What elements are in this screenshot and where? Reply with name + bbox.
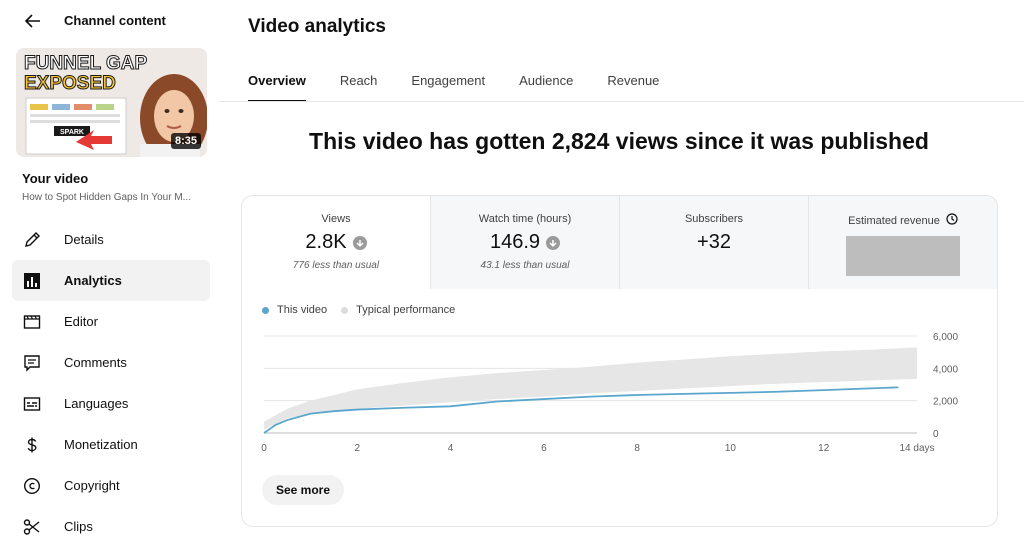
arrow-down-icon	[352, 235, 367, 250]
legend-dot-icon	[262, 306, 269, 314]
copyright-icon	[22, 476, 42, 496]
legend-item-typical[interactable]: Typical performance	[341, 304, 455, 316]
thumbnail-headline-2: EXPOSED	[24, 73, 116, 94]
subtitles-icon	[22, 394, 42, 414]
sidebar-item-copyright[interactable]: Copyright	[12, 465, 210, 506]
tab-engagement[interactable]: Engagement	[411, 60, 485, 102]
metric-subscribers[interactable]: Subscribers +32	[620, 196, 809, 289]
legend-item-this-video[interactable]: This video	[262, 304, 327, 316]
sidebar-item-comments[interactable]: Comments	[12, 342, 210, 383]
sidebar-item-label: Editor	[64, 314, 98, 329]
back-row	[22, 8, 44, 34]
x-tick-label: 8	[634, 443, 640, 454]
analytics-tabs: Overview Reach Engagement Audience Reven…	[248, 60, 693, 102]
tab-overview[interactable]: Overview	[248, 60, 306, 102]
legend-label: Typical performance	[356, 304, 456, 316]
video-duration-badge: 8:35	[170, 133, 201, 149]
legend-label: This video	[277, 304, 328, 316]
clock-icon	[946, 213, 958, 228]
typical-performance-band	[264, 347, 917, 430]
sidebar-item-details[interactable]: Details	[12, 219, 210, 260]
x-tick-label: 0	[261, 443, 267, 454]
film-icon	[22, 312, 42, 332]
video-title: How to Spot Hidden Gaps In Your M...	[22, 192, 191, 203]
y-tick-label: 2,000	[933, 397, 958, 408]
sidebar-item-label: Languages	[64, 396, 129, 411]
y-tick-label: 4,000	[933, 364, 958, 375]
comment-icon	[22, 353, 42, 373]
sidebar-item-label: Clips	[64, 519, 93, 534]
sidebar-item-clips[interactable]: Clips	[12, 506, 210, 547]
thumbnail-tag-text: SPARK	[60, 129, 84, 136]
sidebar-item-label: Monetization	[64, 437, 138, 452]
dollar-icon	[22, 435, 42, 455]
metric-value: +32	[697, 231, 731, 253]
metric-value-row: +32	[620, 231, 808, 254]
x-tick-label: 14 days	[899, 443, 934, 454]
views-headline: This video has gotten 2,824 views since …	[309, 128, 929, 154]
x-tick-label: 10	[725, 443, 737, 454]
back-arrow-icon[interactable]	[22, 10, 44, 32]
sidebar-item-analytics[interactable]: Analytics	[12, 260, 210, 301]
metric-value: 146.9	[489, 231, 541, 253]
metric-tabs: Views 2.8K 776 less than usual Watch tim…	[242, 196, 997, 289]
revenue-redacted-block	[846, 236, 960, 276]
x-tick-label: 12	[818, 443, 830, 454]
pencil-icon	[22, 230, 42, 250]
sidebar-item-label: Copyright	[64, 478, 120, 493]
sidebar-item-editor[interactable]: Editor	[12, 301, 210, 342]
x-tick-label: 2	[355, 443, 361, 454]
metric-comparison: 776 less than usual	[292, 260, 380, 271]
tabs-divider	[220, 101, 1024, 102]
overview-card: Views 2.8K 776 less than usual Watch tim…	[241, 195, 998, 527]
y-tick-label: 6,000	[933, 332, 958, 343]
x-tick-label: 6	[541, 443, 547, 454]
arrow-down-icon	[546, 235, 561, 250]
sidebar-item-languages[interactable]: Languages	[12, 383, 210, 424]
metric-label: Subscribers	[684, 213, 744, 225]
video-thumbnail[interactable]: SPARK FUNNEL GAP EXPOSED 8:35	[16, 48, 207, 157]
sidebar-nav: Details Analytics Editor Comments Langua…	[12, 219, 210, 547]
metric-estimated-revenue[interactable]: Estimated revenue	[809, 196, 997, 289]
legend-dot-icon	[341, 306, 349, 314]
metric-value-row: 2.8K	[242, 231, 430, 254]
metric-views[interactable]: Views 2.8K 776 less than usual	[242, 196, 431, 289]
views-chart: 6,000 4,000 2,000 0 0 2 4 6 8 10 12 14 days	[261, 332, 958, 454]
metric-label: Estimated revenue	[848, 214, 940, 227]
y-tick-label: 0	[933, 429, 939, 440]
channel-content-title: Channel content	[64, 13, 166, 28]
tab-audience[interactable]: Audience	[519, 60, 573, 102]
sidebar: Channel content SPARK FUNNEL GAP EXPOSED…	[0, 0, 220, 554]
metric-label-row: Estimated revenue	[809, 213, 997, 228]
x-tick-label: 4	[448, 443, 454, 454]
sidebar-item-label: Comments	[64, 355, 127, 370]
scissors-icon	[22, 517, 42, 537]
tab-revenue[interactable]: Revenue	[607, 60, 659, 102]
metric-label: Views	[321, 213, 351, 225]
your-video-label: Your video	[22, 171, 89, 186]
tab-reach[interactable]: Reach	[340, 60, 378, 102]
sidebar-item-label: Details	[64, 232, 104, 247]
chart-legend: This video Typical performance	[262, 304, 469, 316]
sidebar-item-label: Analytics	[64, 273, 122, 288]
analytics-icon	[22, 271, 42, 291]
metric-label: Watch time (hours)	[478, 213, 572, 225]
metric-value: 2.8K	[305, 231, 347, 253]
metric-watch-time[interactable]: Watch time (hours) 146.9 43.1 less than …	[431, 196, 620, 289]
metric-value-row: 146.9	[431, 231, 619, 254]
see-more-button[interactable]: See more	[262, 475, 345, 505]
page-title: Video analytics	[248, 16, 386, 37]
thumbnail-headline-1: FUNNEL GAP	[24, 53, 147, 74]
sidebar-item-monetization[interactable]: Monetization	[12, 424, 210, 465]
metric-comparison: 43.1 less than usual	[480, 260, 570, 271]
